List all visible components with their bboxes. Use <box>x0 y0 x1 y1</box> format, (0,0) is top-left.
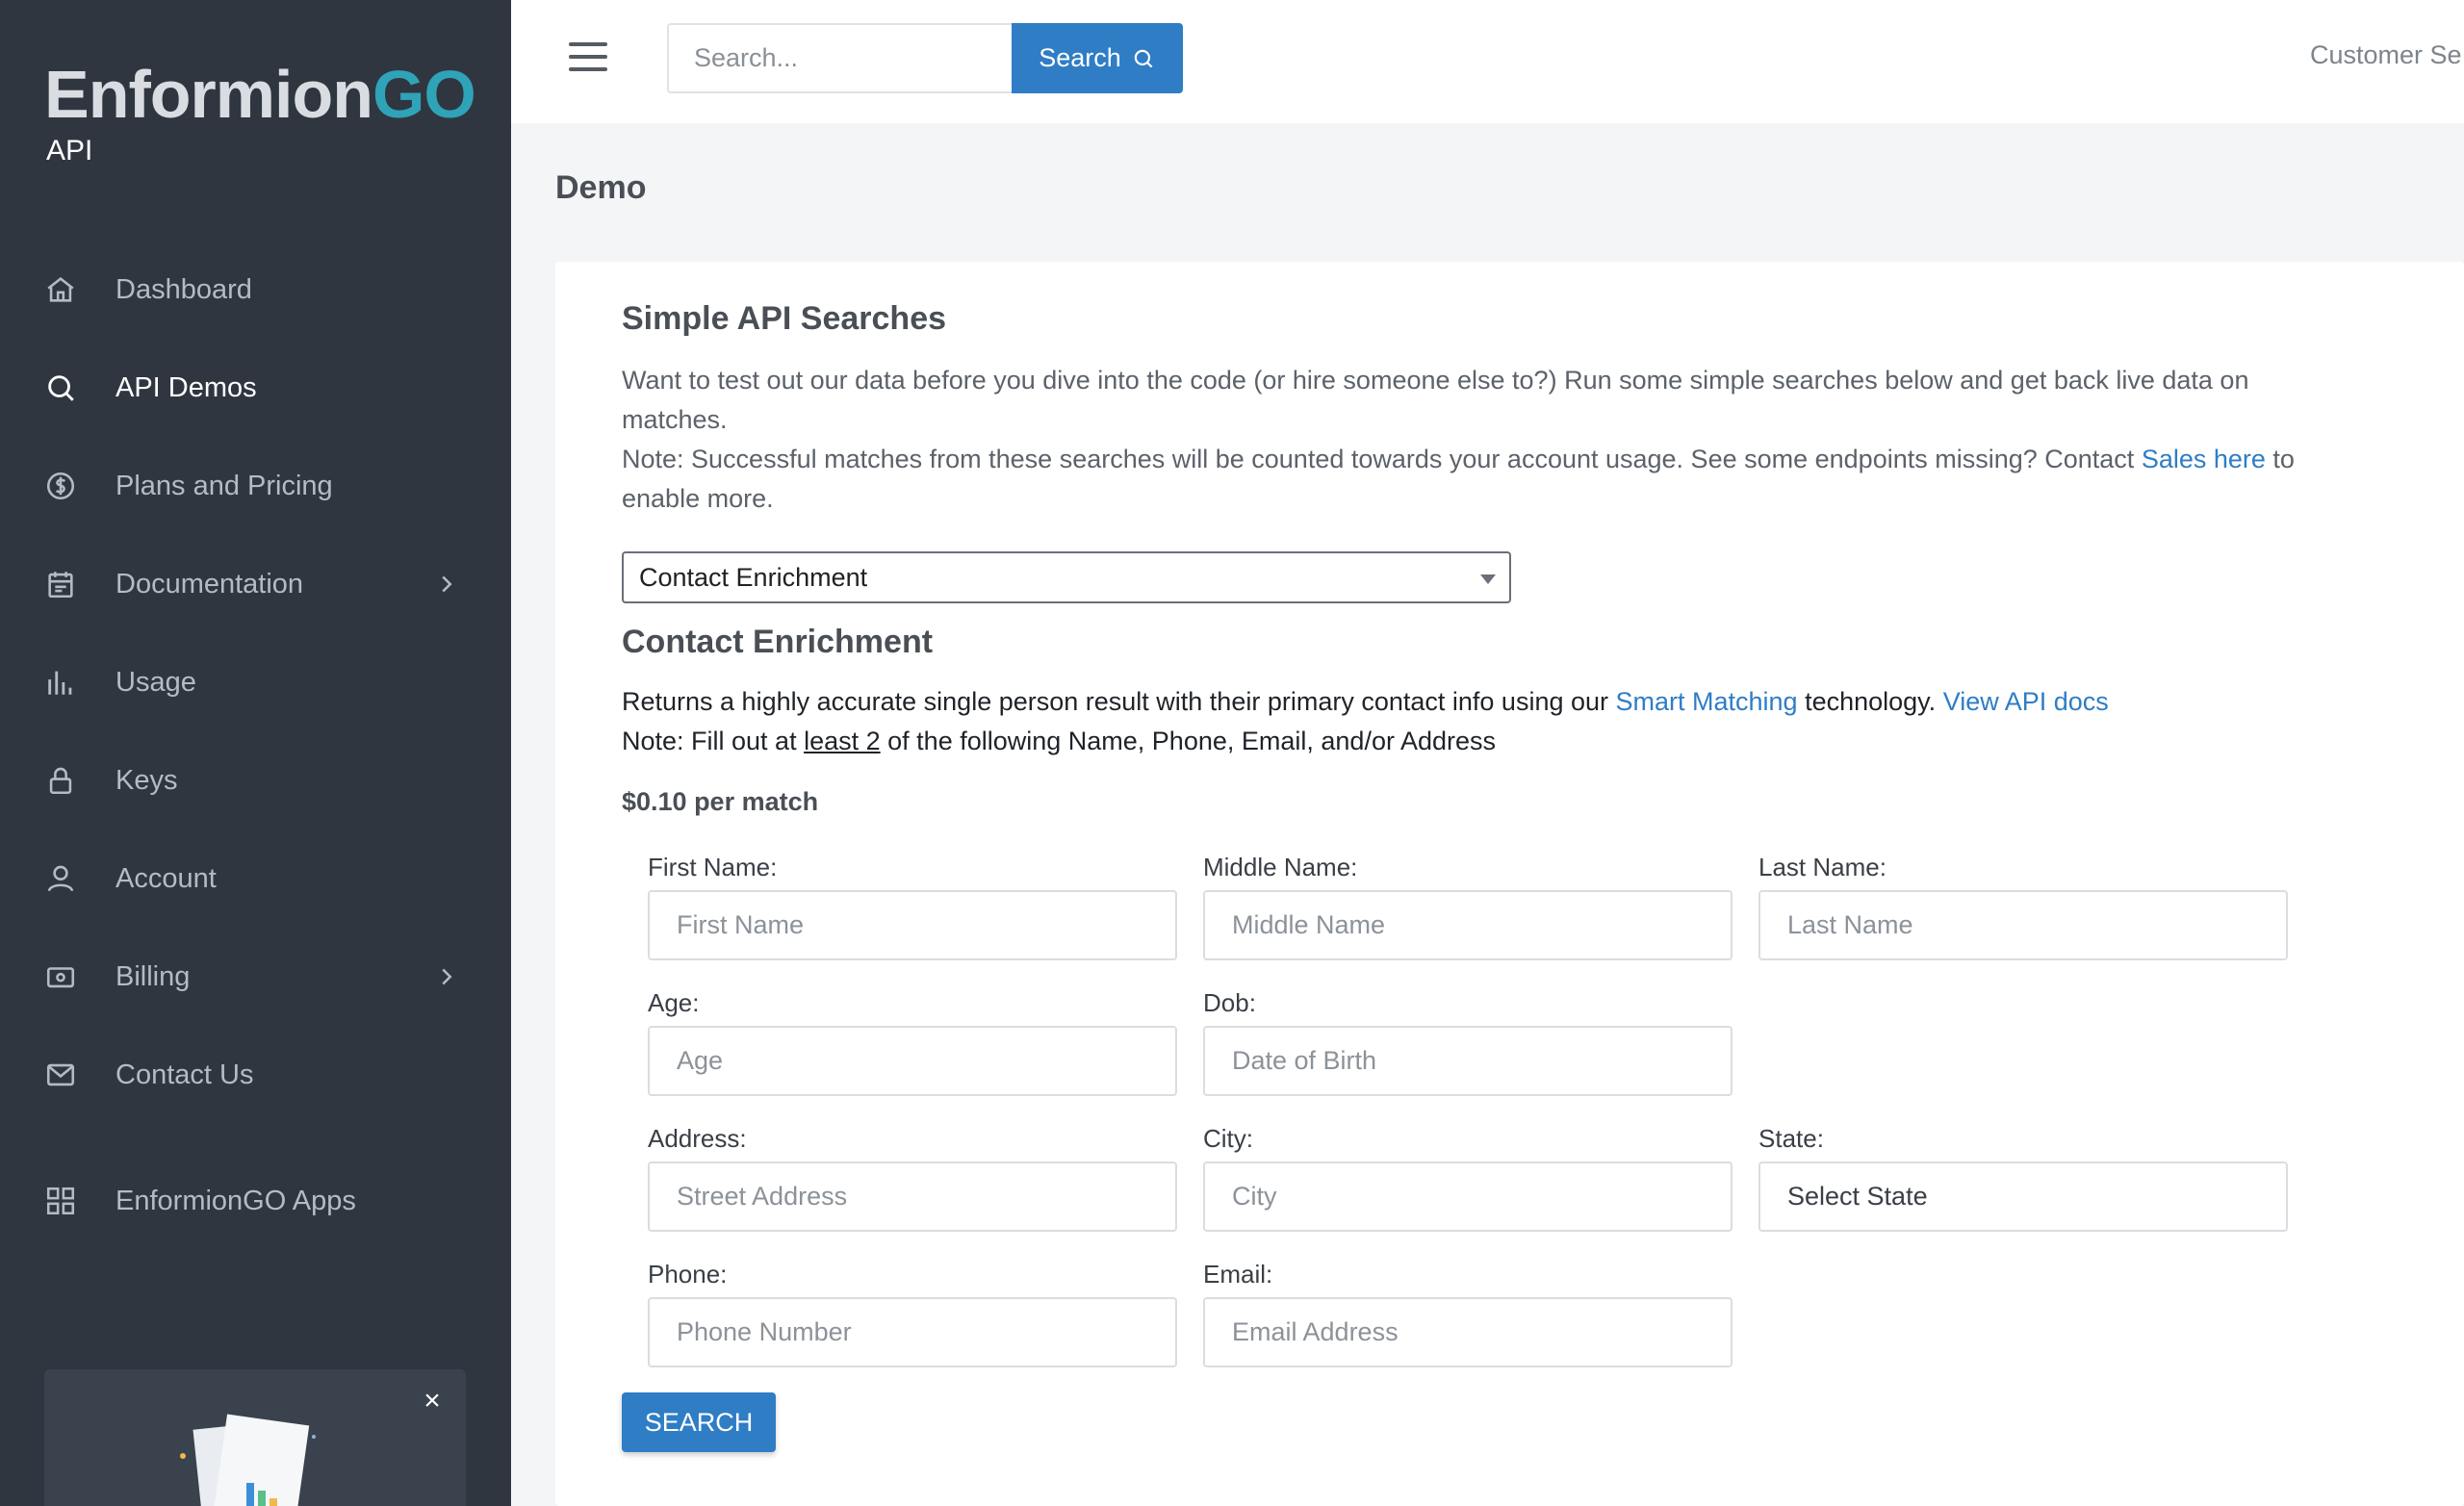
customer-service-link[interactable]: Customer Se <box>2310 40 2464 70</box>
phone-label: Phone: <box>648 1260 728 1289</box>
price-label: $0.10 per match <box>622 787 819 816</box>
sidebar: EnformionGO API Dashboard API Demos Plan… <box>0 0 511 1506</box>
wallet-icon <box>44 960 77 993</box>
brand-wordmark: EnformionGO <box>44 57 476 132</box>
sidebar-item-enformiongo-apps[interactable]: EnformionGO Apps <box>0 1152 511 1250</box>
intro-note: Note: Successful matches from these sear… <box>622 445 2295 513</box>
dob-input[interactable] <box>1203 1026 1732 1096</box>
sidebar-item-label: Usage <box>116 666 196 698</box>
intro-text: Want to test out our data before you div… <box>622 366 2249 434</box>
card-title: Simple API Searches <box>622 300 947 337</box>
home-icon <box>44 273 77 306</box>
age-input[interactable] <box>648 1026 1177 1096</box>
sidebar-item-label: Documentation <box>116 568 304 600</box>
sales-link[interactable]: Sales here <box>2142 445 2266 473</box>
sidebar-item-label: Keys <box>116 764 178 796</box>
last-name-input[interactable] <box>1758 890 2288 960</box>
endpoint-description: Returns a highly accurate single person … <box>622 687 2109 755</box>
report-illustration-icon <box>160 1398 352 1506</box>
state-label: State: <box>1758 1124 1824 1153</box>
bar-chart-icon <box>44 666 77 699</box>
sidebar-item-account[interactable]: Account <box>0 830 511 928</box>
sidebar-item-label: EnformionGO Apps <box>116 1185 356 1216</box>
address-label: Address: <box>648 1124 747 1153</box>
chevron-right-icon <box>432 962 461 991</box>
first-name-input[interactable] <box>648 890 1177 960</box>
brand-subtitle: API <box>46 135 93 166</box>
mail-icon <box>44 1059 77 1091</box>
sidebar-item-label: Account <box>116 862 217 894</box>
sidebar-item-api-demos[interactable]: API Demos <box>0 339 511 437</box>
dollar-circle-icon <box>44 470 77 502</box>
phone-input[interactable] <box>648 1297 1177 1367</box>
calendar-icon <box>44 568 77 600</box>
city-label: City: <box>1203 1124 1253 1153</box>
sidebar-nav: Dashboard API Demos Plans and Pricing Do… <box>0 241 511 1124</box>
email-label: Email: <box>1203 1260 1273 1289</box>
search-button[interactable]: Search <box>1012 23 1183 93</box>
sidebar-item-label: Contact Us <box>116 1059 254 1090</box>
search-button-label: Search <box>1039 43 1121 72</box>
smart-matching-link[interactable]: Smart Matching <box>1616 687 1798 716</box>
state-select-value: Select State <box>1787 1182 1928 1211</box>
age-label: Age: <box>648 988 700 1017</box>
topbar: Search Customer Se <box>511 0 2464 123</box>
caret-down-icon <box>1480 574 1496 584</box>
endpoint-select-value: Contact Enrichment <box>639 562 868 592</box>
sidebar-item-label: Dashboard <box>116 273 252 305</box>
section-title: Contact Enrichment <box>622 624 934 660</box>
search-input[interactable] <box>667 23 1012 93</box>
dob-label: Dob: <box>1203 988 1256 1017</box>
page-title: Demo <box>555 169 647 206</box>
sidebar-item-label: Plans and Pricing <box>116 470 333 501</box>
sidebar-item-dashboard[interactable]: Dashboard <box>0 241 511 339</box>
user-icon <box>44 862 77 895</box>
middle-name-label: Middle Name: <box>1203 853 1358 881</box>
brand-logo[interactable]: EnformionGO API <box>44 56 476 167</box>
last-name-label: Last Name: <box>1758 853 1886 881</box>
search-icon <box>44 371 77 404</box>
sidebar-item-documentation[interactable]: Documentation <box>0 535 511 633</box>
endpoint-select[interactable]: Contact Enrichment <box>622 551 1511 603</box>
address-input[interactable] <box>648 1161 1177 1232</box>
first-name-label: First Name: <box>648 853 778 881</box>
promo-card: × <box>44 1369 466 1506</box>
sidebar-item-label: Billing <box>116 960 191 992</box>
sidebar-item-contact-us[interactable]: Contact Us <box>0 1026 511 1124</box>
sidebar-item-keys[interactable]: Keys <box>0 731 511 830</box>
chevron-right-icon <box>432 570 461 599</box>
card-intro: Simple API Searches Want to test out our… <box>622 300 2345 519</box>
demo-card: Simple API Searches Want to test out our… <box>555 262 2464 1506</box>
hamburger-menu-icon[interactable] <box>569 42 607 75</box>
search-icon <box>1134 49 1153 67</box>
lock-icon <box>44 764 77 797</box>
grid-icon <box>44 1185 77 1217</box>
sidebar-item-plans-and-pricing[interactable]: Plans and Pricing <box>0 437 511 535</box>
sidebar-item-billing[interactable]: Billing <box>0 928 511 1026</box>
city-input[interactable] <box>1203 1161 1732 1232</box>
state-select[interactable]: Select State <box>1758 1161 2288 1232</box>
view-api-docs-link[interactable]: View API docs <box>1943 687 2109 716</box>
submit-search-button[interactable]: SEARCH <box>622 1392 776 1452</box>
sidebar-item-label: API Demos <box>116 371 257 403</box>
middle-name-input[interactable] <box>1203 890 1732 960</box>
close-icon[interactable]: × <box>418 1387 447 1416</box>
email-input[interactable] <box>1203 1297 1732 1367</box>
sidebar-item-usage[interactable]: Usage <box>0 633 511 731</box>
